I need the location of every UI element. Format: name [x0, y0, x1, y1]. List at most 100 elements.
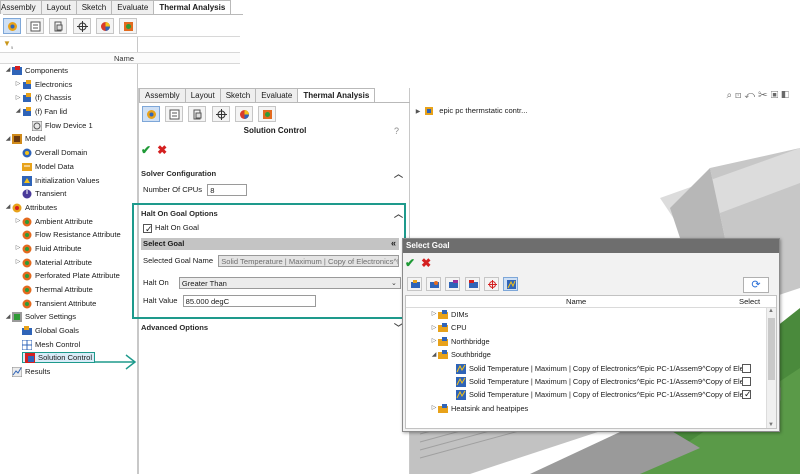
- tree-item-ambient-attribute[interactable]: ▷ Ambient Attribute: [0, 215, 138, 229]
- expand-arrow-icon[interactable]: ▷: [430, 402, 438, 415]
- tree-item-mesh-control[interactable]: Mesh Control: [0, 338, 138, 352]
- ok-check-icon[interactable]: ✔: [141, 143, 151, 157]
- display-style-icon[interactable]: ◧: [781, 90, 792, 101]
- thermal-analysis-icon[interactable]: [258, 106, 277, 122]
- display-manager-icon[interactable]: [95, 18, 114, 34]
- collapse-arrow-icon[interactable]: ◢: [14, 105, 22, 119]
- tab-assembly[interactable]: Assembly: [139, 88, 186, 102]
- configuration-manager-icon[interactable]: [188, 106, 207, 122]
- tree-item-global-goals[interactable]: Global Goals: [0, 324, 138, 338]
- goal-group-row[interactable]: ▷ CPU: [406, 321, 776, 334]
- previous-view-icon[interactable]: ↶: [744, 90, 758, 101]
- thermal-analysis-icon[interactable]: [119, 18, 138, 34]
- tree-item-overall-domain[interactable]: Overall Domain: [0, 146, 138, 160]
- goal-group-row[interactable]: ▷ DIMs: [406, 308, 776, 321]
- folder-icon: [438, 336, 448, 347]
- expand-arrow-icon[interactable]: ▷: [14, 78, 22, 92]
- goal-group-row[interactable]: ▷ Heatsink and heatpipes: [406, 402, 776, 415]
- cancel-x-icon[interactable]: ✖: [157, 143, 167, 157]
- tree-item-components[interactable]: ◢ Components: [0, 64, 138, 78]
- tree-item-label: Overall Domain: [35, 148, 88, 158]
- display-manager-icon[interactable]: [234, 106, 253, 122]
- tab-thermal-analysis[interactable]: Thermal Analysis: [153, 0, 232, 14]
- solid-goal-icon[interactable]: [503, 277, 519, 291]
- volume-goal-icon[interactable]: [464, 277, 480, 291]
- expand-arrow-icon[interactable]: ▷: [430, 322, 438, 335]
- tree-filter[interactable]: ▼₅: [0, 36, 240, 50]
- global-goal-icon[interactable]: [407, 277, 422, 291]
- goal-row[interactable]: Solid Temperature | Maximum | Copy of El…: [406, 375, 776, 388]
- tree-item-perforated-plate-attribute[interactable]: Perforated Plate Attribute: [0, 269, 138, 283]
- collapse-arrow-icon[interactable]: ◢: [4, 201, 12, 215]
- thermal-manager-icon[interactable]: [142, 106, 160, 122]
- refresh-button[interactable]: ⟳: [743, 277, 769, 293]
- goal-row[interactable]: Solid Temperature | Maximum | Copy of El…: [406, 388, 776, 402]
- goal-group-row[interactable]: ▷ Northbridge: [406, 335, 776, 348]
- tree-item-solver-settings[interactable]: ◢ Solver Settings: [0, 310, 138, 324]
- dim-expert-icon[interactable]: [72, 18, 91, 34]
- tab-evaluate[interactable]: Evaluate: [111, 0, 155, 14]
- tree-item-fluid-attribute[interactable]: ▷ Fluid Attribute: [0, 242, 138, 256]
- surface-goal-icon[interactable]: [445, 277, 461, 291]
- view-orientation-icon[interactable]: ▣: [771, 90, 782, 101]
- goal-select-checkbox[interactable]: [742, 388, 752, 402]
- tree-item-model[interactable]: ◢ Model: [0, 132, 138, 146]
- ok-check-icon[interactable]: ✔: [405, 256, 415, 270]
- dim-expert-icon[interactable]: [211, 106, 230, 122]
- tree-item-transient[interactable]: Transient: [0, 187, 138, 201]
- scroll-thumb[interactable]: [768, 318, 775, 380]
- goal-row[interactable]: Solid Temperature | Maximum | Copy of El…: [406, 362, 776, 375]
- tab-layout[interactable]: Layout: [184, 88, 221, 102]
- advanced-options-section[interactable]: Advanced Options ﹀: [139, 323, 411, 335]
- collapse-arrow-icon[interactable]: ◢: [430, 349, 438, 362]
- expand-arrow-icon[interactable]: ▷: [14, 256, 22, 270]
- tree-item-attributes[interactable]: ◢ Attributes: [0, 201, 138, 215]
- tree-item-f-fan-lid[interactable]: ◢ (f) Fan lid: [0, 105, 138, 119]
- tab-evaluate[interactable]: Evaluate: [255, 88, 299, 102]
- cpus-input[interactable]: 8: [207, 184, 248, 196]
- tab-assembly[interactable]: Assembly: [0, 0, 42, 14]
- cancel-x-icon[interactable]: ✖: [421, 256, 431, 270]
- scroll-down-icon[interactable]: ▼: [768, 422, 774, 428]
- thermal-manager-icon[interactable]: [3, 18, 21, 34]
- tab-sketch[interactable]: Sketch: [75, 0, 113, 14]
- expand-arrow-icon[interactable]: ▷: [14, 92, 22, 106]
- equation-goal-icon[interactable]: [483, 277, 499, 291]
- expand-arrow-icon[interactable]: ▶: [414, 108, 422, 115]
- filter-icon[interactable]: ▼: [3, 39, 11, 48]
- tree-item-material-attribute[interactable]: ▷ Material Attribute: [0, 256, 138, 270]
- expand-arrow-icon[interactable]: ▷: [430, 308, 438, 321]
- zoom-to-fit-icon[interactable]: ⌕: [726, 90, 735, 101]
- goal-select-checkbox[interactable]: [742, 363, 751, 373]
- goal-table-scrollbar[interactable]: ▲ ▼: [766, 308, 776, 428]
- tree-item-model-data[interactable]: Model Data: [0, 160, 138, 174]
- scroll-up-icon[interactable]: ▲: [768, 308, 774, 314]
- tab-thermal-analysis[interactable]: Thermal Analysis: [297, 88, 376, 102]
- tree-item-transient-attribute[interactable]: Transient Attribute: [0, 297, 138, 311]
- flyout-tree[interactable]: ▶ epic pc thermstatic contr...: [414, 106, 527, 116]
- tree-item-electronics[interactable]: ▷ Electronics: [0, 78, 138, 92]
- property-manager-icon[interactable]: [165, 106, 184, 122]
- expand-arrow-icon[interactable]: ▷: [430, 335, 438, 348]
- collapse-arrow-icon[interactable]: ◢: [4, 133, 12, 147]
- point-goal-icon[interactable]: [426, 277, 442, 291]
- tree-item-thermal-attribute[interactable]: Thermal Attribute: [0, 283, 138, 297]
- collapse-chevron-icon[interactable]: ︿: [394, 167, 403, 180]
- goal-select-checkbox[interactable]: [742, 376, 751, 386]
- collapse-arrow-icon[interactable]: ◢: [4, 311, 12, 325]
- tree-item-flow-resistance-attribute[interactable]: Flow Resistance Attribute: [0, 228, 138, 242]
- expand-arrow-icon[interactable]: ▷: [14, 242, 22, 256]
- expand-arrow-icon[interactable]: ▷: [14, 215, 22, 229]
- collapse-arrow-icon[interactable]: ◢: [4, 64, 12, 78]
- goal-group-row[interactable]: ◢ Southbridge: [406, 348, 776, 361]
- property-manager-icon[interactable]: [26, 18, 45, 34]
- configuration-manager-icon[interactable]: [49, 18, 68, 34]
- solver-config-section[interactable]: Solver Configuration ︿: [139, 169, 411, 181]
- tab-sketch[interactable]: Sketch: [219, 88, 257, 102]
- tree-item-flow-device-1[interactable]: Flow Device 1: [0, 119, 138, 133]
- tab-layout[interactable]: Layout: [40, 0, 77, 14]
- tree-item-initialization-values[interactable]: Initialization Values: [0, 174, 138, 188]
- section-view-icon[interactable]: ✂: [758, 90, 771, 101]
- tree-item-f-chassis[interactable]: ▷ (f) Chassis: [0, 91, 138, 105]
- help-icon[interactable]: ?: [394, 126, 399, 136]
